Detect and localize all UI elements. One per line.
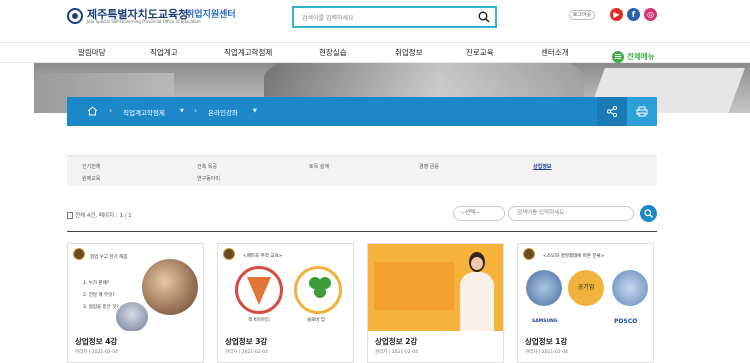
category-item-active[interactable]: 상업정보: [533, 163, 551, 170]
public-company-circle: 공기업: [568, 270, 604, 306]
text-panel: [374, 262, 454, 310]
photo-circle: [526, 270, 562, 306]
logo[interactable]: 제주특별자치도교육청 Jeju Special Self-Governing P…: [67, 6, 201, 26]
category-item[interactable]: 연구동아리: [197, 175, 220, 182]
video-card[interactable]: <매트로 추적 교육> 객 비이어드 클로버 및 상업정보 3강 관리자 | 2…: [217, 243, 354, 363]
document-icon: [67, 212, 73, 219]
breadcrumb: › 직업계고학점제 ▼ › 온라인강좌 ▼: [67, 97, 657, 126]
card-thumbnail: 협업 우고 한기 해줌 1. 누가 판매? 2. 전달 해 무엇? 3. 협업을…: [68, 244, 203, 331]
site-title[interactable]: 취업지원센터: [186, 7, 236, 20]
card-title[interactable]: 상업정보 3강: [225, 336, 267, 347]
logo-english-text: Jeju Special Self-Governing Provincial O…: [87, 19, 201, 24]
diagram-circle: [235, 266, 283, 314]
search-icon[interactable]: [478, 11, 490, 23]
diagram-circle: [294, 266, 342, 314]
thumb-text: 1. 누가 판매?: [83, 281, 110, 286]
all-menu-label: 전체메뉴: [627, 52, 655, 61]
card-title[interactable]: 상업정보 4강: [75, 336, 117, 347]
card-meta: 관리자 | 2021-02-04: [525, 350, 568, 355]
card-thumbnail: <매트로 추적 교육> 객 비이어드 클로버 및: [218, 244, 353, 331]
chevron-right-icon: ›: [194, 106, 198, 115]
thumb-text: 객 비이어드: [248, 318, 271, 323]
card-title[interactable]: 상업정보 2강: [375, 336, 417, 347]
thumb-text: 3. 협업을 받은 것?: [83, 305, 119, 310]
home-icon[interactable]: [87, 106, 98, 116]
emblem-icon: [523, 248, 535, 260]
card-thumbnail: [368, 244, 503, 331]
nav-item-notice[interactable]: 알림마당: [78, 47, 106, 58]
youtube-icon[interactable]: ▶: [610, 8, 623, 21]
keyword-input[interactable]: 검색어를 입력하세요: [508, 206, 634, 221]
nav-item-credit-system[interactable]: 직업계고학점제: [224, 47, 272, 58]
chevron-right-icon: ›: [109, 106, 113, 115]
emblem-icon: [67, 8, 83, 24]
share-button[interactable]: [597, 97, 627, 126]
photo-circle: [142, 259, 198, 315]
category-item[interactable]: 건축 목공: [197, 163, 217, 170]
photo-circle: [612, 270, 648, 306]
emblem-icon: [73, 248, 85, 260]
card-thumbnail: <소모와 경영행태에 따른 분류> 공기업 SAMSUNG POSCO: [518, 244, 653, 331]
list-divider: [67, 231, 657, 232]
video-card[interactable]: 협업 우고 한기 해줌 1. 누가 판매? 2. 전달 해 무엇? 3. 협업을…: [67, 243, 204, 363]
total-text: 전체 4건, 페이지 : 1 / 1: [75, 213, 132, 219]
nav-item-job-info[interactable]: 취업정보: [395, 47, 423, 58]
thumb-text: <소모와 경영행태에 따른 분류>: [543, 254, 605, 259]
category-item[interactable]: 인기전체: [82, 163, 100, 170]
facebook-icon[interactable]: f: [627, 8, 640, 21]
nav-item-field-training[interactable]: 현장실습: [319, 47, 347, 58]
search-input[interactable]: 검색어를 입력하세요: [292, 6, 497, 28]
breadcrumb-level2[interactable]: 온라인강좌: [208, 107, 238, 117]
category-item[interactable]: 원예교육: [82, 175, 100, 182]
thumb-text: 2. 전달 해 무엇?: [83, 293, 115, 298]
card-title[interactable]: 상업정보 1강: [525, 336, 567, 347]
category-item[interactable]: 토목 설계: [309, 163, 329, 170]
thumb-text: 협업 우고 한기 해줌: [90, 255, 128, 260]
thumb-text: <매트로 추적 교육>: [243, 254, 283, 259]
print-button[interactable]: [627, 97, 657, 126]
breadcrumb-level1[interactable]: 직업계고학점제: [123, 107, 165, 117]
video-card[interactable]: <소모와 경영행태에 따른 분류> 공기업 SAMSUNG POSCO 상업정보…: [517, 243, 654, 363]
nav-item-vocational-high[interactable]: 직업계고: [150, 47, 178, 58]
nav-item-center-intro[interactable]: 센터소개: [541, 47, 569, 58]
thumb-text: 클로버 및: [307, 318, 325, 323]
chevron-down-icon[interactable]: ▼: [180, 108, 184, 114]
total-count: 전체 4건, 페이지 : 1 / 1: [67, 211, 132, 219]
search-button[interactable]: [640, 205, 657, 222]
search-type-select[interactable]: --선택--: [453, 206, 505, 221]
main-navigation: 알림마당 직업계고 직업계고학점제 현장실습 취업정보 진로교육 센터소개 전체…: [0, 42, 750, 63]
search-placeholder: 검색어를 입력하세요: [302, 15, 354, 22]
category-item[interactable]: 경영 금융: [419, 163, 439, 170]
card-meta: 관리자 | 2021-02-04: [375, 350, 418, 355]
nav-item-career-education[interactable]: 진로교육: [466, 47, 494, 58]
share-icon: [607, 106, 617, 117]
posco-logo: POSCO: [614, 318, 638, 325]
card-meta: 관리자 | 2021-02-04: [75, 350, 118, 355]
presenter-photo: [456, 252, 496, 331]
samsung-logo: SAMSUNG: [532, 319, 558, 324]
video-card[interactable]: 상업정보 2강 관리자 | 2021-02-04: [367, 243, 504, 363]
instagram-icon[interactable]: ◎: [644, 8, 657, 21]
emblem-icon: [223, 248, 235, 260]
printer-icon: [636, 106, 648, 117]
logout-button[interactable]: 로그아웃: [569, 10, 595, 20]
chevron-down-icon[interactable]: ▼: [253, 108, 257, 114]
category-filter: 인기전체 건축 목공 토목 설계 경영 금융 상업정보 원예교육 연구동아리: [67, 155, 657, 186]
photo-circle: [116, 302, 148, 331]
top-header: 제주특별자치도교육청 Jeju Special Self-Governing P…: [0, 0, 750, 42]
card-meta: 관리자 | 2021-02-04: [225, 350, 268, 355]
hamburger-icon: [612, 50, 624, 63]
search-icon: [644, 209, 653, 218]
